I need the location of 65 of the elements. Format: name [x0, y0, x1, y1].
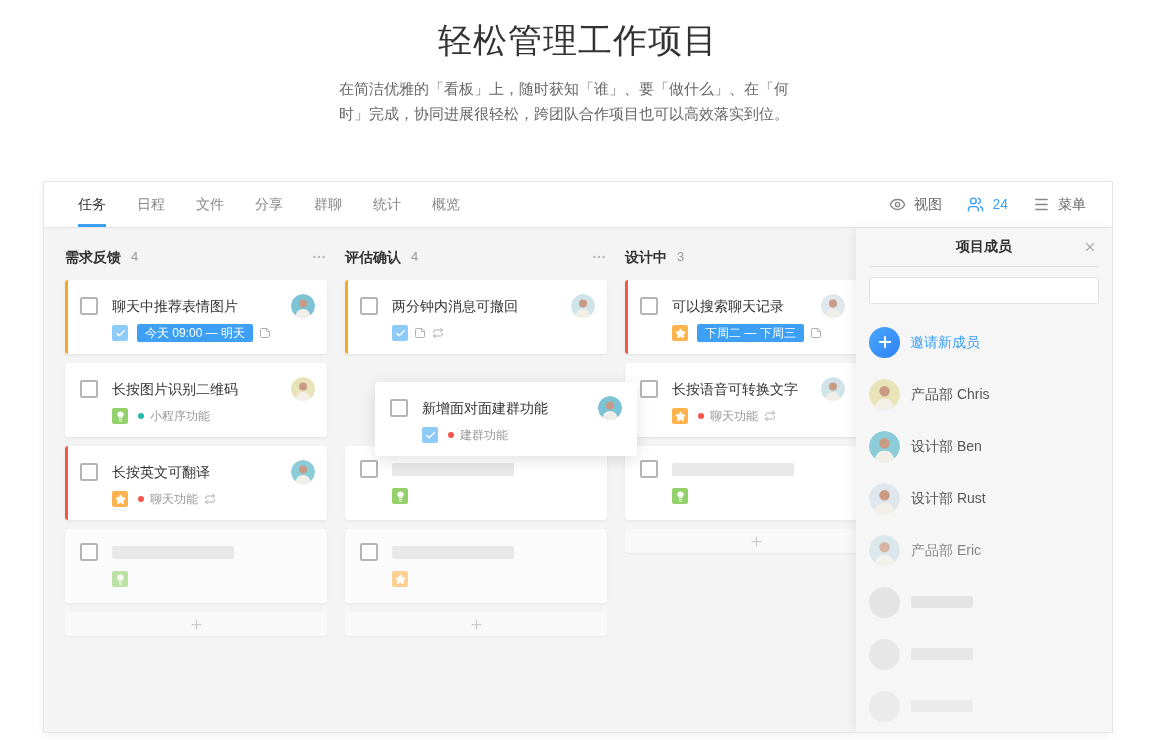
tab[interactable]: 文件 [196, 182, 224, 227]
checkbox[interactable] [80, 543, 98, 561]
eye-icon [889, 196, 907, 213]
task-card[interactable]: 聊天中推荐表情图片 今天 09:00 — 明天 [65, 280, 327, 354]
checkbox[interactable] [390, 399, 408, 417]
checkbox[interactable] [360, 543, 378, 561]
checkbox[interactable] [360, 297, 378, 315]
plus-icon [188, 616, 204, 632]
avatar [869, 482, 900, 514]
task-card[interactable]: 可以搜索聊天记录 下周二 — 下周三 [625, 280, 857, 354]
tab[interactable]: 概览 [432, 182, 460, 227]
task-card[interactable]: 两分钟内消息可撤回 [345, 280, 607, 354]
member-name[interactable]: 产品部 Chris [911, 383, 990, 405]
task-card[interactable]: 长按英文可翻译 聊天功能 [65, 446, 327, 520]
task-label: 小程序功能 [150, 408, 210, 425]
checkbox[interactable] [360, 460, 378, 478]
page-subtitle: 在简洁优雅的「看板」上，随时获知「谁」、要「做什么」、在「何时」完成，协同进展很轻松，跨团队合作项目也可以高效落实到位。 [339, 79, 790, 124]
page-heading: 轻松管理工作项目 [438, 20, 718, 60]
menu-icon [1033, 196, 1050, 213]
column-count: 4 [411, 248, 419, 267]
task-title: 长按语音可转换文字 [672, 379, 798, 399]
task-title: 长按图片识别二维码 [112, 379, 238, 399]
task-label: 建群功能 [460, 427, 508, 444]
task-label: 聊天功能 [150, 491, 198, 508]
task-title: 聊天中推荐表情图片 [112, 296, 238, 316]
checkbox[interactable] [80, 380, 98, 398]
add-card-button[interactable] [625, 529, 857, 553]
plus-icon [869, 326, 900, 358]
checkbox[interactable] [80, 463, 98, 481]
tab[interactable]: 日程 [137, 182, 165, 227]
task-card[interactable]: 长按图片识别二维码 小程序功能 [65, 363, 327, 437]
date-badge: 今天 09:00 — 明天 [137, 324, 254, 342]
avatar [869, 430, 900, 462]
avatar [869, 378, 900, 410]
column-title: 需求反馈 [65, 247, 121, 267]
checkbox[interactable] [640, 380, 658, 398]
panel-title: 项目成员 [956, 237, 1012, 257]
task-title: 两分钟内消息可撤回 [392, 296, 518, 316]
tab[interactable]: 群聊 [314, 182, 342, 227]
member-name[interactable]: 产品部 Eric [911, 539, 981, 561]
task-title: 新增面对面建群功能 [422, 398, 548, 418]
toolbar-button[interactable]: 视图 [889, 182, 943, 227]
plus-icon [748, 533, 764, 549]
column-count: 3 [677, 248, 685, 267]
task-title: 长按英文可翻译 [112, 462, 210, 482]
member-name[interactable]: 设计部 Rust [911, 487, 986, 509]
toolbar-button[interactable]: 菜单 [1033, 182, 1086, 227]
task-title: 可以搜索聊天记录 [672, 296, 784, 316]
tab[interactable]: 分享 [255, 182, 283, 227]
users-icon [967, 196, 985, 213]
checkbox[interactable] [80, 297, 98, 315]
member-name[interactable]: 设计部 Ben [911, 435, 982, 457]
checkbox[interactable] [640, 297, 658, 315]
date-badge: 下周二 — 下周三 [697, 324, 804, 342]
column-count: 4 [131, 248, 139, 267]
tab[interactable]: 统计 [373, 182, 401, 227]
plus-icon [468, 616, 484, 632]
column-title: 评估确认 [345, 247, 401, 267]
search-field[interactable] [869, 276, 1099, 305]
dragged-task-card[interactable]: 新增面对面建群功能 建群功能 [375, 382, 637, 456]
avatar [869, 534, 900, 566]
checkbox[interactable] [640, 460, 658, 478]
column-title: 设计中 [625, 247, 667, 267]
task-label: 聊天功能 [710, 408, 758, 425]
task-card[interactable]: 长按语音可转换文字 聊天功能 [625, 363, 857, 437]
